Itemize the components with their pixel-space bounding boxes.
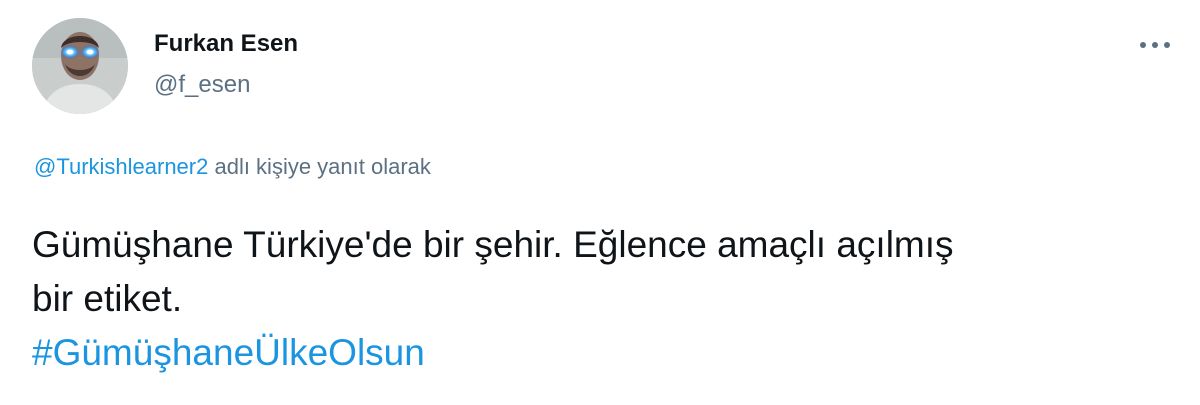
reply-context-text: adlı kişiye yanıt olarak xyxy=(208,154,431,179)
more-horizontal-icon xyxy=(1140,42,1170,48)
tweet-text: Gümüşhane Türkiye'de bir şehir. Eğlence … xyxy=(32,218,1162,380)
avatar-photo-icon xyxy=(32,18,128,114)
author-handle[interactable]: @f_esen xyxy=(154,71,250,99)
avatar[interactable] xyxy=(32,18,128,114)
reply-mention-link[interactable]: @Turkishlearner2 xyxy=(34,154,208,179)
hashtag-link[interactable]: #GümüşhaneÜlkeOlsun xyxy=(32,326,1162,380)
tweet-text-line: Gümüşhane Türkiye'de bir şehir. Eğlence … xyxy=(32,224,954,265)
reply-context: @Turkishlearner2 adlı kişiye yanıt olara… xyxy=(34,154,431,180)
tweet-text-line: bir etiket. xyxy=(32,278,183,319)
author-display-name[interactable]: Furkan Esen xyxy=(154,30,298,58)
tweet-card: Furkan Esen @f_esen @Turkishlearner2 adl… xyxy=(0,0,1200,405)
more-options-button[interactable] xyxy=(1130,30,1180,60)
